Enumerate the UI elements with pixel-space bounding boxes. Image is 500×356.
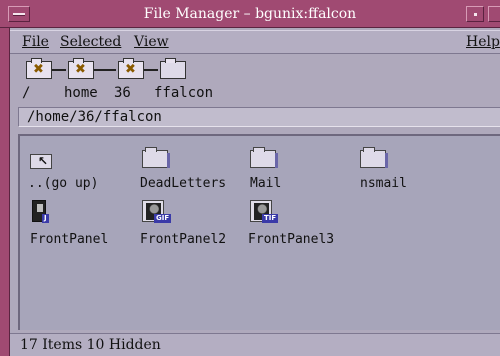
path-label-ffalcon[interactable]: ffalcon (154, 85, 213, 101)
path-connector (94, 69, 116, 71)
file-type-badge: TIF (262, 214, 279, 223)
menu-file[interactable]: File (22, 34, 49, 50)
menu-selected[interactable]: Selected (60, 34, 121, 50)
image-file-icon: TIF (250, 200, 280, 226)
path-current-folder-icon[interactable] (160, 58, 186, 79)
file-label: ..(go up) (28, 176, 99, 191)
path-root-closed-mark: ✖ (33, 62, 44, 77)
path-label-home[interactable]: home (64, 85, 98, 101)
minimize-icon (474, 13, 477, 16)
menu-selected-label: Selected (60, 34, 122, 50)
file-label: FrontPanel (30, 232, 109, 247)
folder-icon (142, 147, 170, 168)
file-item-frontpanel2[interactable]: GIF FrontPanel2 (140, 200, 252, 256)
folder-icon (250, 147, 278, 168)
menu-view-label: View (134, 34, 169, 50)
file-label: FrontPanel2 (140, 232, 227, 247)
menu-file-label: File (22, 34, 49, 50)
window-title: File Manager – bgunix:ffalcon (143, 6, 357, 22)
file-type-badge: J (42, 214, 49, 223)
window-menu-button[interactable] (8, 6, 30, 22)
path-connector (52, 69, 66, 71)
file-item-deadletters[interactable]: DeadLetters (140, 147, 252, 200)
file-item-mail[interactable]: Mail (250, 147, 360, 200)
file-item-frontpanel3[interactable]: TIF FrontPanel3 (248, 200, 360, 256)
status-bar: 17 Items 10 Hidden (10, 333, 500, 356)
file-item-frontpanel[interactable]: J FrontPanel (30, 200, 140, 256)
go-up-icon: ↖ (30, 150, 56, 170)
path-home-folder-icon[interactable]: ✖ (68, 58, 94, 79)
path-label-36[interactable]: 36 (114, 85, 131, 101)
menu-help[interactable]: Help (466, 34, 500, 50)
file-item-nsmail[interactable]: nsmail (360, 147, 470, 200)
menu-help-label: Help (466, 34, 500, 50)
path-label-root[interactable]: / (22, 85, 30, 101)
file-type-badge: GIF (154, 214, 172, 223)
file-label: Mail (250, 176, 282, 191)
folder-icon (360, 147, 388, 168)
path-36-closed-mark: ✖ (125, 62, 136, 77)
path-root-folder-icon[interactable]: ✖ (26, 58, 52, 79)
application-icon: J (30, 200, 52, 224)
minimize-button[interactable] (466, 6, 484, 22)
path-home-closed-mark: ✖ (75, 62, 86, 77)
image-file-icon: GIF (142, 200, 172, 226)
path-connector (144, 69, 158, 71)
file-label: FrontPanel3 (248, 232, 335, 247)
file-label: DeadLetters (140, 176, 227, 191)
file-label: nsmail (360, 176, 407, 191)
maximize-button[interactable] (488, 6, 500, 22)
status-text: 17 Items 10 Hidden (20, 337, 161, 353)
window-titlebar[interactable]: File Manager – bgunix:ffalcon (0, 0, 500, 28)
location-field[interactable]: /home/36/ffalcon (18, 107, 500, 127)
window-border[interactable] (0, 28, 10, 356)
path-36-folder-icon[interactable]: ✖ (118, 58, 144, 79)
iconic-path: ✖ ✖ ✖ / home 36 ffalcon (10, 55, 500, 105)
file-pane[interactable]: ↖ ..(go up) DeadLetters Mail nsmail J Fr… (18, 134, 500, 330)
file-item-go-up[interactable]: ↖ ..(go up) (28, 150, 140, 200)
menu-view[interactable]: View (134, 34, 169, 50)
window-menu-icon (13, 13, 25, 16)
menu-bar: File Selected View Help (10, 30, 500, 54)
